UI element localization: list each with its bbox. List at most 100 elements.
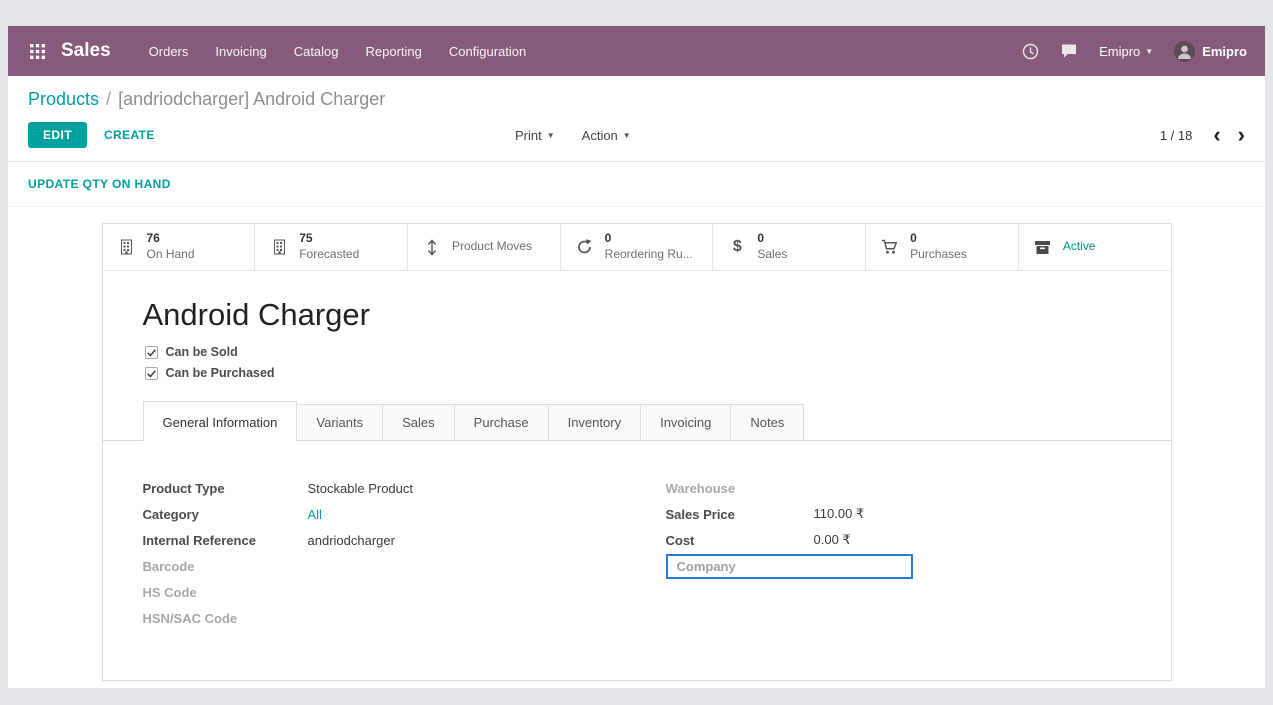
- edit-button[interactable]: EDIT: [28, 122, 87, 148]
- pager: 1 / 18 ‹ ›: [1160, 128, 1245, 143]
- dollar-icon: $: [728, 238, 746, 256]
- field-product-type: Product Type Stockable Product: [143, 475, 608, 501]
- menu-catalog[interactable]: Catalog: [294, 44, 339, 59]
- field-internal-reference: Internal Reference andriodcharger: [143, 527, 608, 553]
- field-label: HS Code: [143, 585, 308, 600]
- can-be-purchased-checkbox[interactable]: Can be Purchased: [103, 366, 1171, 380]
- menu-configuration[interactable]: Configuration: [449, 44, 526, 59]
- statusbar: UPDATE QTY ON HAND: [8, 161, 1265, 207]
- breadcrumb-separator: /: [106, 89, 111, 109]
- stat-button-sales[interactable]: $ 0 Sales: [713, 224, 866, 270]
- field-label: Sales Price: [666, 507, 814, 522]
- stat-value: 0: [757, 231, 787, 247]
- stat-button-forecasted[interactable]: 75 Forecasted: [255, 224, 408, 270]
- stat-label: Forecasted: [299, 247, 359, 263]
- tab-general-information[interactable]: General Information: [143, 401, 298, 441]
- stat-text: 75 Forecasted: [299, 231, 359, 262]
- stat-button-on-hand[interactable]: 76 On Hand: [103, 224, 256, 270]
- field-warehouse: Warehouse: [666, 475, 1131, 501]
- cart-icon: [881, 239, 899, 255]
- chevron-down-icon: ▼: [623, 131, 631, 140]
- pager-previous-icon[interactable]: ‹: [1213, 128, 1220, 142]
- checkbox-checked-icon: [145, 367, 158, 380]
- building-icon: [118, 239, 136, 255]
- tab-sales[interactable]: Sales: [382, 404, 455, 441]
- user-menu[interactable]: Emipro: [1174, 41, 1247, 62]
- tab-purchase[interactable]: Purchase: [454, 404, 549, 441]
- checkbox-checked-icon: [145, 346, 158, 359]
- field-cost: Cost 0.00 ₹: [666, 527, 1131, 553]
- field-label: Internal Reference: [143, 533, 308, 548]
- stat-label: Product Moves: [452, 239, 532, 255]
- tab-variants[interactable]: Variants: [296, 404, 383, 441]
- breadcrumb: Products/[andriodcharger] Android Charge…: [8, 76, 1265, 115]
- action-dropdown-label: Action: [582, 128, 618, 143]
- stat-text: Active: [1063, 239, 1096, 255]
- stat-button-reordering-rules[interactable]: 0 Reordering Ru...: [561, 224, 714, 270]
- company-menu[interactable]: Emipro ▼: [1099, 44, 1153, 59]
- tab-inventory[interactable]: Inventory: [548, 404, 641, 441]
- action-dropdown[interactable]: Action ▼: [582, 128, 631, 143]
- menu-invoicing[interactable]: Invoicing: [215, 44, 266, 59]
- field-hsn-sac-code: HSN/SAC Code: [143, 605, 608, 631]
- nav-right: Emipro ▼ Emipro: [1022, 41, 1247, 62]
- pager-count: 1 / 18: [1160, 128, 1193, 143]
- can-be-sold-checkbox[interactable]: Can be Sold: [103, 345, 1171, 359]
- app-window: Sales Orders Invoicing Catalog Reporting…: [8, 26, 1265, 688]
- field-label: Barcode: [143, 559, 308, 574]
- stat-button-product-moves[interactable]: Product Moves: [408, 224, 561, 270]
- category-link[interactable]: All: [308, 507, 322, 522]
- stat-button-active[interactable]: Active: [1019, 224, 1171, 270]
- product-form-sheet: 76 On Hand 75 Forecasted: [102, 223, 1172, 681]
- notebook-tabs: General Information Variants Sales Purch…: [103, 387, 1171, 441]
- checkbox-label: Can be Sold: [166, 345, 238, 359]
- field-value: Stockable Product: [308, 481, 414, 496]
- building-icon: [270, 239, 288, 255]
- app-name[interactable]: Sales: [61, 40, 111, 62]
- form-right-column: Warehouse Sales Price 110.00 ₹ Cost 0.00…: [666, 475, 1131, 631]
- refresh-icon: [576, 239, 594, 255]
- stat-text: 0 Reordering Ru...: [605, 231, 693, 262]
- tab-notes[interactable]: Notes: [730, 404, 804, 441]
- stat-value: 75: [299, 231, 359, 247]
- stat-text: 76 On Hand: [147, 231, 195, 262]
- pager-next-icon[interactable]: ›: [1238, 128, 1245, 142]
- general-information-panel: Product Type Stockable Product Category …: [103, 441, 1171, 661]
- stat-value: 0: [910, 231, 967, 247]
- field-company-row: Company: [666, 553, 1131, 579]
- breadcrumb-products-link[interactable]: Products: [28, 89, 99, 109]
- field-label: Warehouse: [666, 481, 814, 496]
- stat-text: Product Moves: [452, 239, 532, 255]
- control-panel: Products/[andriodcharger] Android Charge…: [8, 76, 1265, 161]
- menu-reporting[interactable]: Reporting: [366, 44, 422, 59]
- apps-menu-icon[interactable]: [26, 40, 49, 63]
- product-title: Android Charger: [103, 271, 1171, 345]
- stat-text: 0 Sales: [757, 231, 787, 262]
- field-category: Category All: [143, 501, 608, 527]
- print-dropdown[interactable]: Print ▼: [515, 128, 555, 143]
- menu-orders[interactable]: Orders: [149, 44, 189, 59]
- chevron-down-icon: ▼: [547, 131, 555, 140]
- stat-button-purchases[interactable]: 0 Purchases: [866, 224, 1019, 270]
- user-menu-label: Emipro: [1202, 44, 1247, 59]
- update-qty-on-hand-button[interactable]: UPDATE QTY ON HAND: [28, 177, 171, 191]
- company-field[interactable]: Company: [666, 554, 913, 579]
- stat-button-box: 76 On Hand 75 Forecasted: [103, 224, 1171, 271]
- field-barcode: Barcode: [143, 553, 608, 579]
- field-label: Category: [143, 507, 308, 522]
- chevron-down-icon: ▼: [1145, 47, 1153, 56]
- tab-invoicing[interactable]: Invoicing: [640, 404, 731, 441]
- desktop-background: Sales Orders Invoicing Catalog Reporting…: [0, 0, 1273, 705]
- print-dropdown-label: Print: [515, 128, 542, 143]
- form-left-column: Product Type Stockable Product Category …: [143, 475, 608, 631]
- create-button[interactable]: CREATE: [104, 128, 155, 142]
- field-label: Product Type: [143, 481, 308, 496]
- field-sales-price: Sales Price 110.00 ₹: [666, 501, 1131, 527]
- stat-label: Sales: [757, 247, 787, 263]
- archive-icon: [1034, 240, 1052, 255]
- company-menu-label: Emipro: [1099, 44, 1140, 59]
- field-value: 110.00 ₹: [814, 506, 865, 522]
- messages-chat-icon[interactable]: [1060, 43, 1078, 59]
- activities-clock-icon[interactable]: [1022, 43, 1039, 60]
- field-label: Cost: [666, 533, 814, 548]
